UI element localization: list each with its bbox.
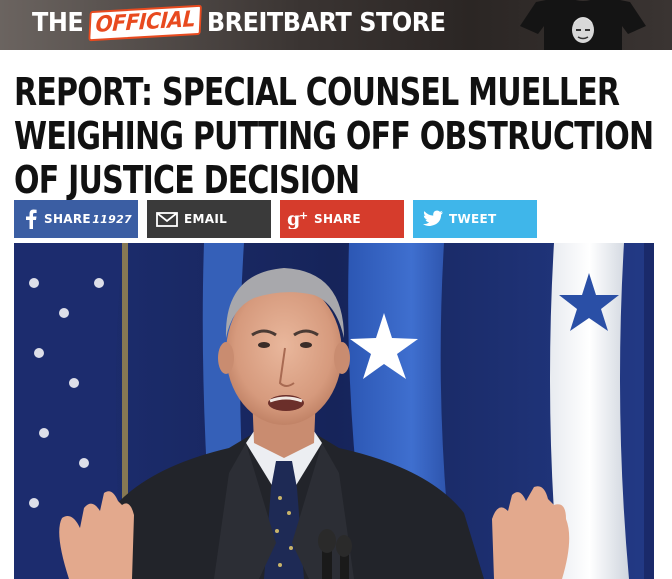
email-share-label: EMAIL (184, 212, 228, 226)
twitter-share-button[interactable]: TWEET (413, 200, 537, 238)
facebook-share-label: SHARE (44, 212, 91, 226)
article-photo[interactable] (14, 243, 654, 579)
email-share-button[interactable]: EMAIL (147, 200, 271, 238)
speaker-photo-illustration (14, 243, 654, 579)
envelope-icon (155, 211, 179, 227)
facebook-share-count: 11927 (92, 212, 132, 226)
facebook-icon (20, 209, 42, 229)
banner-official-badge: OFFICIAL (88, 4, 203, 42)
twitter-bird-icon (421, 210, 445, 228)
store-banner-text: THE OFFICIAL BREITBART STORE (32, 4, 446, 42)
google-plus-icon: g + (287, 209, 311, 229)
google-plus-share-button[interactable]: g + SHARE (280, 200, 404, 238)
twitter-share-label: TWEET (449, 212, 497, 226)
banner-prefix: THE (32, 8, 84, 38)
banner-brand: BREITBART STORE (206, 8, 446, 38)
svg-text:+: + (299, 209, 309, 222)
google-plus-share-label: SHARE (314, 212, 361, 226)
store-banner[interactable]: THE OFFICIAL BREITBART STORE (0, 0, 672, 50)
t-shirt-image (520, 0, 646, 50)
article-headline: REPORT: SPECIAL COUNSEL MUELLER WEIGHING… (14, 70, 654, 202)
facebook-share-button[interactable]: SHARE 11927 (14, 200, 138, 238)
